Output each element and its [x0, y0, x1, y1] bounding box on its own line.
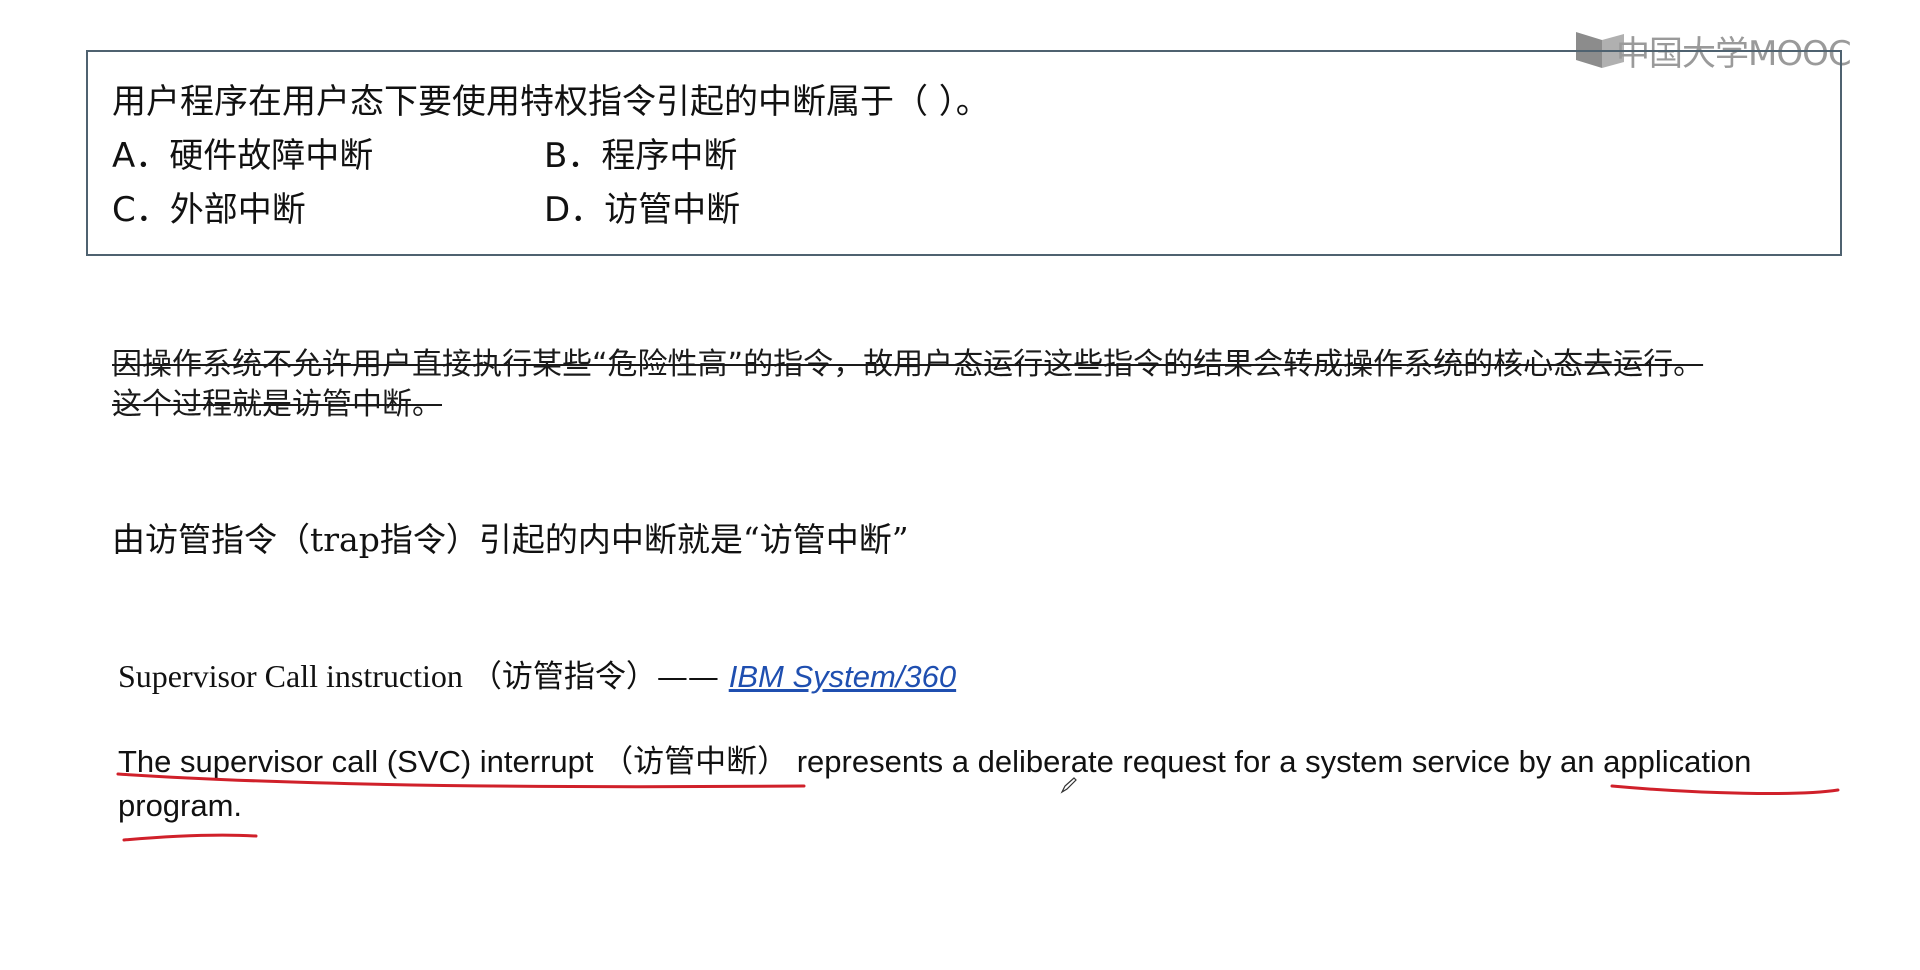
struck-explanation: 因操作系统不允许用户直接执行某些“危险性高”的指令，故用户态运行这些指令的结果会… — [112, 347, 1704, 422]
option-a: A．硬件故障中断 — [112, 136, 374, 176]
ibm-system-360-link[interactable]: IBM System/360 — [729, 659, 956, 694]
trap-note: 由访管指令（trap指令）引起的内中断就是“访管中断” — [112, 520, 909, 559]
svc-zh: （访管指令）—— — [470, 659, 729, 695]
svc-line: Supervisor Call instruction （访管指令）—— IBM… — [118, 651, 956, 696]
question-box: 用户程序在用户态下要使用特权指令引起的中断属于（ ）。 A．硬件故障中断 B．程… — [86, 50, 1842, 256]
svc-prefix: Supervisor Call instruction — [118, 658, 471, 694]
underline-program — [122, 833, 258, 842]
option-c: C．外部中断 — [112, 190, 306, 230]
question-stem: 用户程序在用户态下要使用特权指令引起的中断属于（ ）。 — [112, 82, 990, 122]
option-b: B．程序中断 — [544, 136, 738, 176]
definition-zh: （访管中断） — [602, 744, 789, 780]
definition-part1: The supervisor call (SVC) interrupt — [118, 744, 603, 779]
svc-definition: The supervisor call (SVC) interrupt （访管中… — [118, 740, 1878, 828]
option-d: D．访管中断 — [544, 190, 741, 230]
